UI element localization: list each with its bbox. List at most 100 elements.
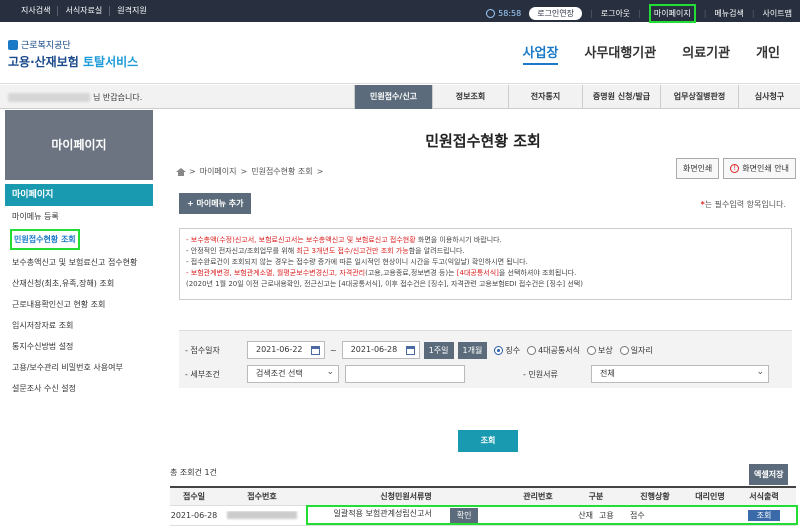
sidebar-item-work-report[interactable]: 근로내용확인신고 현황 조회	[5, 294, 153, 315]
notice-line-1: - 보수총액(수정)신고서, 보험료신고서는 보수총액신고 및 보험료신고 접수…	[186, 235, 785, 246]
mypage-link[interactable]: 마이페이지	[648, 4, 696, 23]
one-month-button[interactable]: 1개월	[457, 341, 488, 359]
logout-link[interactable]: 로그아웃	[601, 8, 630, 19]
sidebar-item-password[interactable]: 고용/보수관리 비밀번호 사용여부	[5, 357, 153, 378]
logo-mark-icon	[8, 39, 18, 50]
notice-line-4-b: (고용,고용종료,정보변경 등)는	[365, 269, 457, 277]
radio-selected-icon[interactable]	[494, 345, 504, 355]
radio-jobs-label: 일자리	[630, 345, 653, 355]
add-mymenu-button[interactable]: + 마이메뉴 추가	[179, 193, 252, 214]
logo-org: 근로복지공단	[8, 38, 138, 51]
radio-icon[interactable]	[586, 345, 596, 355]
col-type: 구분	[588, 492, 604, 501]
tab-certificate[interactable]: 증명원 신청/발급	[582, 85, 660, 109]
excel-save-button[interactable]: 엑셀저장	[749, 464, 789, 485]
clock-icon	[486, 9, 496, 18]
radio-collection[interactable]: 징수	[494, 345, 520, 356]
detail-condition-select[interactable]: 검색조건 선택	[247, 364, 339, 383]
radio-common-form[interactable]: 4대공통서식	[527, 345, 580, 356]
notice-line-3: - 접수완료건이 조회되지 않는 경우는 접수량 증가에 따른 일시적인 현상이…	[186, 258, 528, 266]
calendar-icon[interactable]	[405, 346, 415, 355]
notice-line-4-c: 을 선택하셔야 조회됩니다.	[498, 269, 577, 277]
breadcrumb-mypage[interactable]: 마이페이지	[200, 166, 237, 177]
doc-label: - 민원서류	[523, 369, 558, 379]
nav-medical[interactable]: 의료기관	[682, 42, 730, 65]
tab-disease-judgement[interactable]: 업무상질병판정	[660, 85, 738, 109]
col-doc: 신청민원서류명	[380, 492, 432, 501]
sidebar-item-mymenu[interactable]: 마이메뉴 등록	[5, 206, 153, 227]
radio-common-form-label: 4대공통서식	[538, 345, 580, 355]
main-nav: 사업장 사무대행기관 의료기관 개인	[497, 42, 780, 65]
radio-jobs[interactable]: 일자리	[619, 345, 653, 356]
page-title: 민원접수현황 조회	[425, 132, 541, 150]
row-number-redacted	[218, 510, 306, 521]
print-guide-label: 화면인쇄 안내	[742, 164, 789, 173]
tab-appeal[interactable]: 심사청구	[738, 85, 800, 109]
tab-e-notice[interactable]: 전자통지	[508, 85, 582, 109]
detail-condition-input[interactable]	[345, 365, 465, 383]
date-from-input[interactable]: 2021-06-22	[247, 341, 325, 359]
notice-line-4: - 보험관계변경, 보험관계소멸, 월평균보수변경신고, 자격관리(고용,고용종…	[186, 268, 785, 279]
welcome-message: 님 반갑습니다.	[8, 92, 142, 103]
sidebar-title[interactable]: 마이페이지	[5, 184, 153, 206]
branch-search-link[interactable]: 지사검색	[14, 6, 59, 16]
notice-line-4-red: - 보험관계변경, 보험관계소멸, 월평균보수변경신고, 자격관리	[186, 269, 366, 277]
notice-line-4-red2: [4대공통서식]	[456, 269, 499, 277]
sub-tabs: 민원접수/신고 정보조회 전자통지 증명원 신청/발급 업무상질병판정 심사청구	[354, 85, 800, 109]
logo-title: 고용·산재보험 토탈서비스	[8, 53, 138, 70]
breadcrumb: > 마이페이지 > 민원접수현황 조회 >	[176, 166, 323, 177]
notice-line-2-b: 함을 알려드립니다.	[408, 247, 465, 255]
table-header: 접수일 접수번호 신청민원서류명 관리번호 구분 진행상황 대리인명 서식출력	[170, 488, 796, 506]
sidebar-item-injury-claim[interactable]: 산재신청(최초,유족,장해) 조회	[5, 273, 153, 294]
info-warning-icon: !	[730, 164, 740, 173]
row-highlight	[306, 505, 798, 525]
tab-civil-filing[interactable]: 민원접수/신고	[354, 85, 432, 109]
sidebar-item-wage-report[interactable]: 보수총액신고 및 보험료신고 접수현황	[5, 252, 153, 273]
date-to-value: 2021-06-28	[350, 345, 398, 354]
radio-compensation[interactable]: 보상	[586, 345, 613, 356]
sidebar-item-survey[interactable]: 설문조사 수신 설정	[5, 378, 153, 399]
nav-agency[interactable]: 사무대행기관	[584, 42, 656, 65]
logo-org-name: 근로복지공단	[21, 41, 71, 51]
breadcrumb-sep: >	[316, 167, 324, 176]
date-to-input[interactable]: 2021-06-28	[341, 341, 420, 359]
radio-icon[interactable]	[527, 345, 537, 355]
divider: |	[590, 9, 593, 18]
search-button[interactable]: 조회	[458, 430, 518, 452]
tab-info-inquiry[interactable]: 정보조회	[432, 85, 508, 109]
col-mgmt-no: 관리번호	[523, 492, 553, 501]
forms-library-link[interactable]: 서식자료실	[58, 6, 111, 16]
sidebar-item-civil-status[interactable]: 민원접수현황 조회	[10, 229, 80, 250]
date-range-sep: ~	[330, 345, 337, 355]
notice-line-2-red: 최근 3개년도 접수/신고건만 조회 가능	[296, 247, 409, 255]
nav-business[interactable]: 사업장	[522, 42, 559, 65]
divider: |	[703, 9, 707, 18]
session-timer: 58:58	[486, 9, 521, 18]
results-table: 접수일 접수번호 신청민원서류명 관리번호 구분 진행상황 대리인명 서식출력 …	[170, 486, 798, 526]
sidebar-item-temp-saved[interactable]: 임시저장자료 조회	[5, 315, 153, 336]
radio-icon[interactable]	[619, 345, 629, 355]
radio-collection-label: 징수	[505, 345, 521, 355]
extend-login-button[interactable]: 로그인연장	[529, 7, 583, 20]
print-guide-button[interactable]: ! 화면인쇄 안내	[723, 158, 796, 179]
nav-personal[interactable]: 개인	[756, 42, 780, 65]
sidebar-item-notice-setting[interactable]: 통지수신방법 설정	[5, 336, 153, 357]
one-week-button[interactable]: 1주일	[423, 341, 454, 359]
sitemap-link[interactable]: 사이트맵	[763, 8, 792, 19]
main-content: 민원접수현황 조회 > 마이페이지 > 민원접수현황 조회 > 화면인쇄 ! 화…	[170, 110, 796, 179]
site-logo[interactable]: 근로복지공단 고용·산재보험 토탈서비스	[8, 38, 138, 70]
required-note: *는 필수입력 항목입니다.	[701, 199, 786, 210]
col-number: 접수번호	[247, 492, 277, 501]
total-count: 총 조회건 1건	[170, 468, 217, 477]
logo-title-b: 토탈서비스	[83, 55, 139, 69]
notice-box: - 보수총액(수정)신고서, 보험료신고서는 보수총액신고 및 보험료신고 접수…	[179, 228, 792, 300]
calendar-icon[interactable]	[311, 346, 320, 355]
menu-search-link[interactable]: 메뉴검색	[714, 8, 743, 19]
col-date: 접수일	[182, 492, 206, 501]
doc-select[interactable]: 전체	[591, 364, 769, 383]
home-icon[interactable]	[176, 167, 186, 176]
col-agent: 대리인명	[695, 492, 725, 501]
breadcrumb-sep: >	[189, 167, 196, 176]
remote-support-link[interactable]: 원격지원	[110, 6, 153, 16]
print-screen-button[interactable]: 화면인쇄	[675, 158, 720, 179]
